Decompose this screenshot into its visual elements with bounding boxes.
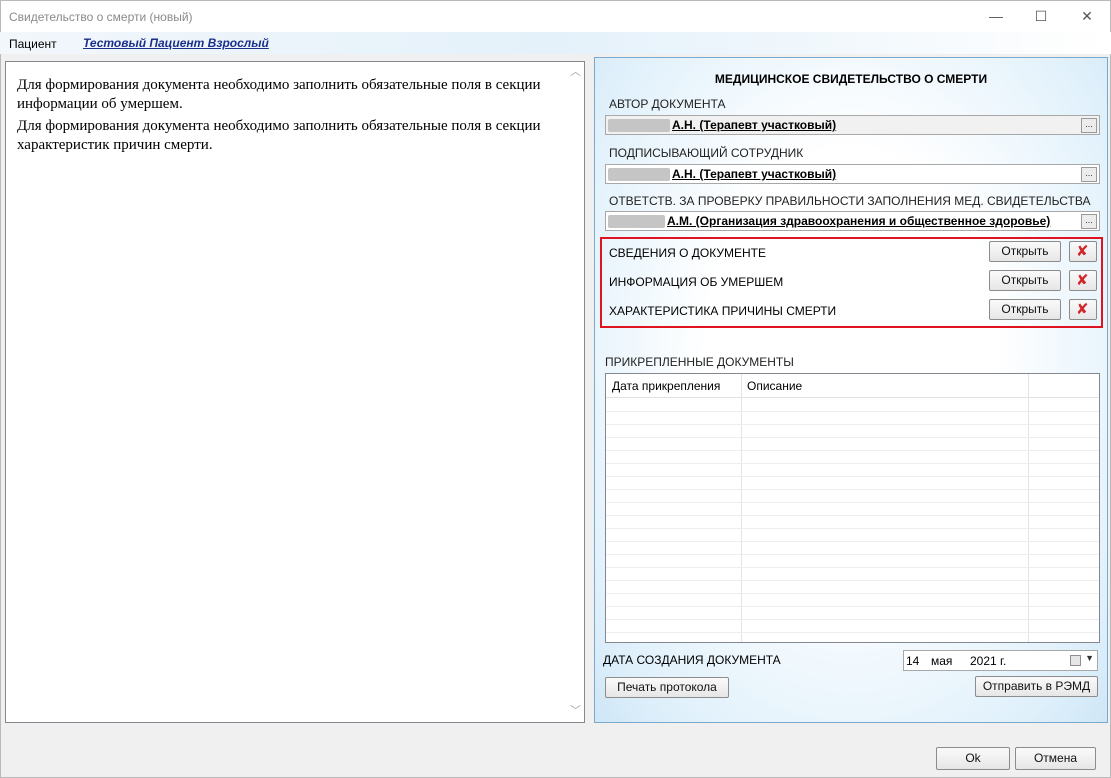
redacted-name xyxy=(608,119,670,132)
delete-section-button[interactable]: ✘ xyxy=(1069,299,1097,320)
delete-icon: ✘ xyxy=(1076,243,1089,260)
section-label: ИНФОРМАЦИЯ ОБ УМЕРШЕМ xyxy=(609,275,784,289)
section-row-document-info: СВЕДЕНИЯ О ДОКУМЕНТЕ Открыть ✘ xyxy=(602,241,1101,263)
grid-row-line xyxy=(606,515,1099,516)
table-header: Дата прикрепления Описание xyxy=(606,374,1099,398)
section-label: СВЕДЕНИЯ О ДОКУМЕНТЕ xyxy=(609,246,766,260)
calendar-icon[interactable] xyxy=(1070,655,1081,666)
grid-row-line xyxy=(606,463,1099,464)
signer-browse-button[interactable]: ... xyxy=(1081,167,1097,182)
date-month[interactable]: мая xyxy=(931,654,952,668)
date-year[interactable]: 2021 г. xyxy=(970,654,1006,668)
open-section-button[interactable]: Открыть xyxy=(989,299,1061,320)
main-content: Для формирования документа необходимо за… xyxy=(0,54,1111,738)
grid-row-line xyxy=(606,580,1099,581)
creation-date-picker[interactable]: 14 мая 2021 г. ▼ xyxy=(903,650,1098,671)
open-section-button[interactable]: Открыть xyxy=(989,241,1061,262)
close-icon: ✕ xyxy=(1081,7,1093,24)
cancel-button[interactable]: Отмена xyxy=(1015,747,1096,770)
delete-section-button[interactable]: ✘ xyxy=(1069,241,1097,262)
section-label: ХАРАКТЕРИСТИКА ПРИЧИНЫ СМЕРТИ xyxy=(609,304,837,318)
delete-icon: ✘ xyxy=(1076,272,1089,289)
signer-value: А.Н. (Терапевт участковый) xyxy=(672,167,837,181)
grid-row-line xyxy=(606,554,1099,555)
column-header-description[interactable]: Описание xyxy=(747,379,802,393)
grid-row-line xyxy=(606,437,1099,438)
dialog-footer: Ok Отмена xyxy=(0,738,1111,778)
close-button[interactable]: ✕ xyxy=(1064,1,1110,31)
validation-message: Для формирования документа необходимо за… xyxy=(17,77,541,112)
patient-label: Пациент xyxy=(9,37,57,51)
scroll-up-icon[interactable]: ︿ xyxy=(567,64,584,81)
author-browse-button[interactable]: ... xyxy=(1081,118,1097,133)
document-heading: МЕДИЦИНСКОЕ СВИДЕТЕЛЬСТВО О СМЕРТИ xyxy=(714,72,988,86)
reviewer-label: ОТВЕТСТВ. ЗА ПРОВЕРКУ ПРАВИЛЬНОСТИ ЗАПОЛ… xyxy=(609,194,1091,208)
grid-row-line xyxy=(606,489,1099,490)
validation-message: Для формирования документа необходимо за… xyxy=(17,118,541,153)
minimize-icon: — xyxy=(989,8,1003,24)
send-remd-button[interactable]: Отправить в РЭМД xyxy=(975,676,1098,697)
grid-row-line xyxy=(606,541,1099,542)
grid-row-line xyxy=(606,593,1099,594)
scroll-down-icon[interactable]: ﹀ xyxy=(567,703,584,720)
maximize-button[interactable]: ☐ xyxy=(1018,1,1064,31)
open-section-button[interactable]: Открыть xyxy=(989,270,1061,291)
grid-row-line xyxy=(606,567,1099,568)
chevron-down-icon[interactable]: ▼ xyxy=(1085,653,1094,663)
sections-highlight-box: СВЕДЕНИЯ О ДОКУМЕНТЕ Открыть ✘ ИНФОРМАЦИ… xyxy=(600,237,1103,328)
print-protocol-button[interactable]: Печать протокола xyxy=(605,677,729,698)
section-row-deceased-info: ИНФОРМАЦИЯ ОБ УМЕРШЕМ Открыть ✘ xyxy=(602,270,1101,292)
signer-field[interactable]: А.Н. (Терапевт участковый) ... xyxy=(605,164,1100,184)
section-row-death-cause: ХАРАКТЕРИСТИКА ПРИЧИНЫ СМЕРТИ Открыть ✘ xyxy=(602,299,1101,321)
grid-row-line xyxy=(606,632,1099,633)
window-title: Свидетельство о смерти (новый) xyxy=(9,10,193,24)
creation-date-label: ДАТА СОЗДАНИЯ ДОКУМЕНТА xyxy=(603,653,781,667)
grid-row-line xyxy=(606,476,1099,477)
author-field[interactable]: А.Н. (Терапевт участковый) ... xyxy=(605,115,1100,135)
grid-row-line xyxy=(606,411,1099,412)
validation-messages-panel: Для формирования документа необходимо за… xyxy=(5,61,585,723)
grid-row-line xyxy=(606,424,1099,425)
column-divider xyxy=(741,374,742,642)
author-label: АВТОР ДОКУМЕНТА xyxy=(609,97,726,111)
delete-icon: ✘ xyxy=(1076,301,1089,318)
column-divider xyxy=(1028,374,1029,642)
document-panel: МЕДИЦИНСКОЕ СВИДЕТЕЛЬСТВО О СМЕРТИ АВТОР… xyxy=(594,57,1108,723)
redacted-name xyxy=(608,215,665,228)
column-header-date[interactable]: Дата прикрепления xyxy=(612,379,720,393)
date-day[interactable]: 14 xyxy=(906,654,919,668)
grid-row-line xyxy=(606,528,1099,529)
vertical-scrollbar[interactable]: ︿ ﹀ xyxy=(567,62,584,722)
grid-row-line xyxy=(606,619,1099,620)
signer-label: ПОДПИСЫВАЮЩИЙ СОТРУДНИК xyxy=(609,146,804,160)
attached-documents-label: ПРИКРЕПЛЕННЫЕ ДОКУМЕНТЫ xyxy=(605,355,794,369)
author-value: А.Н. (Терапевт участковый) xyxy=(672,118,837,132)
grid-row-line xyxy=(606,502,1099,503)
ok-button[interactable]: Ok xyxy=(936,747,1010,770)
grid-row-line xyxy=(606,606,1099,607)
patient-bar: Пациент Тестовый Пациент Взрослый xyxy=(0,32,1111,54)
reviewer-field[interactable]: А.М. (Организация здравоохранения и обще… xyxy=(605,211,1100,231)
maximize-icon: ☐ xyxy=(1034,7,1048,24)
reviewer-browse-button[interactable]: ... xyxy=(1081,214,1097,229)
delete-section-button[interactable]: ✘ xyxy=(1069,270,1097,291)
patient-name-link[interactable]: Тестовый Пациент Взрослый xyxy=(83,36,269,50)
grid-row-line xyxy=(606,450,1099,451)
minimize-button[interactable]: — xyxy=(973,1,1019,31)
title-bar: Свидетельство о смерти (новый) — ☐ ✕ xyxy=(0,0,1111,32)
reviewer-value: А.М. (Организация здравоохранения и обще… xyxy=(667,214,1051,228)
redacted-name xyxy=(608,168,670,181)
attached-documents-table[interactable]: Дата прикрепления Описание xyxy=(605,373,1100,643)
validation-messages: Для формирования документа необходимо за… xyxy=(17,76,547,158)
